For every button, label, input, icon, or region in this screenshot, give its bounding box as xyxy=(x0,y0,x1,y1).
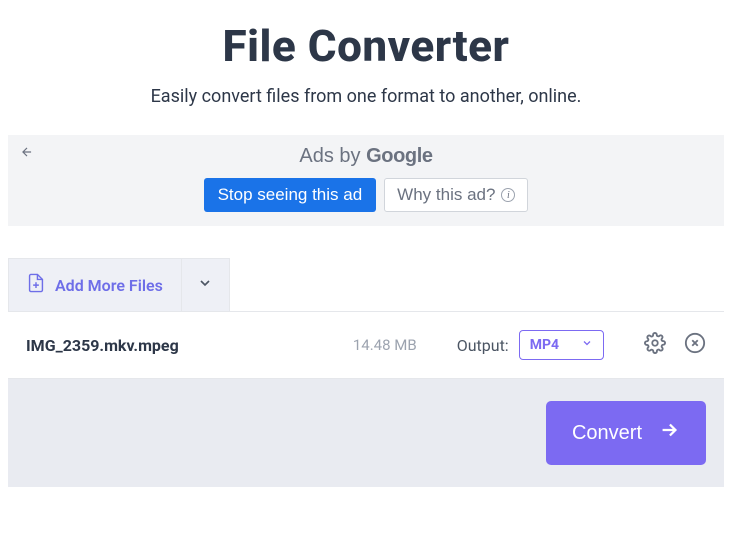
footer: Convert xyxy=(8,379,724,487)
ad-back-arrow-icon[interactable] xyxy=(20,145,34,163)
page-subtitle: Easily convert files from one format to … xyxy=(8,86,724,107)
page-title: File Converter xyxy=(8,20,724,72)
remove-file-button[interactable] xyxy=(684,332,706,358)
convert-label: Convert xyxy=(572,422,642,445)
toolbar: Add More Files xyxy=(8,258,724,312)
convert-button[interactable]: Convert xyxy=(546,401,706,465)
ad-container: Ads by Google Stop seeing this ad Why th… xyxy=(8,135,724,226)
add-file-icon xyxy=(27,273,45,297)
ads-by-text: Ads by Google xyxy=(20,145,712,168)
google-word: Google xyxy=(366,145,433,167)
add-more-dropdown-button[interactable] xyxy=(182,258,230,311)
chevron-down-icon xyxy=(581,337,593,353)
settings-button[interactable] xyxy=(644,332,666,358)
ads-by-prefix: Ads by xyxy=(299,145,366,167)
add-more-files-label: Add More Files xyxy=(55,276,163,295)
output-label: Output: xyxy=(457,336,509,355)
stop-seeing-ad-button[interactable]: Stop seeing this ad xyxy=(204,178,377,212)
file-row: IMG_2359.mkv.mpeg 14.48 MB Output: MP4 xyxy=(8,312,724,379)
why-this-ad-button[interactable]: Why this ad? i xyxy=(384,178,528,212)
chevron-down-icon xyxy=(197,275,213,295)
arrow-right-icon xyxy=(658,419,680,447)
output-format-select[interactable]: MP4 xyxy=(519,330,604,360)
gear-icon xyxy=(644,332,666,358)
file-size: 14.48 MB xyxy=(353,336,417,354)
why-this-ad-label: Why this ad? xyxy=(397,185,495,205)
close-icon xyxy=(684,332,706,358)
info-icon: i xyxy=(501,188,515,202)
add-more-files-button[interactable]: Add More Files xyxy=(8,258,182,311)
output-format-value: MP4 xyxy=(530,337,559,353)
file-name: IMG_2359.mkv.mpeg xyxy=(26,336,353,355)
